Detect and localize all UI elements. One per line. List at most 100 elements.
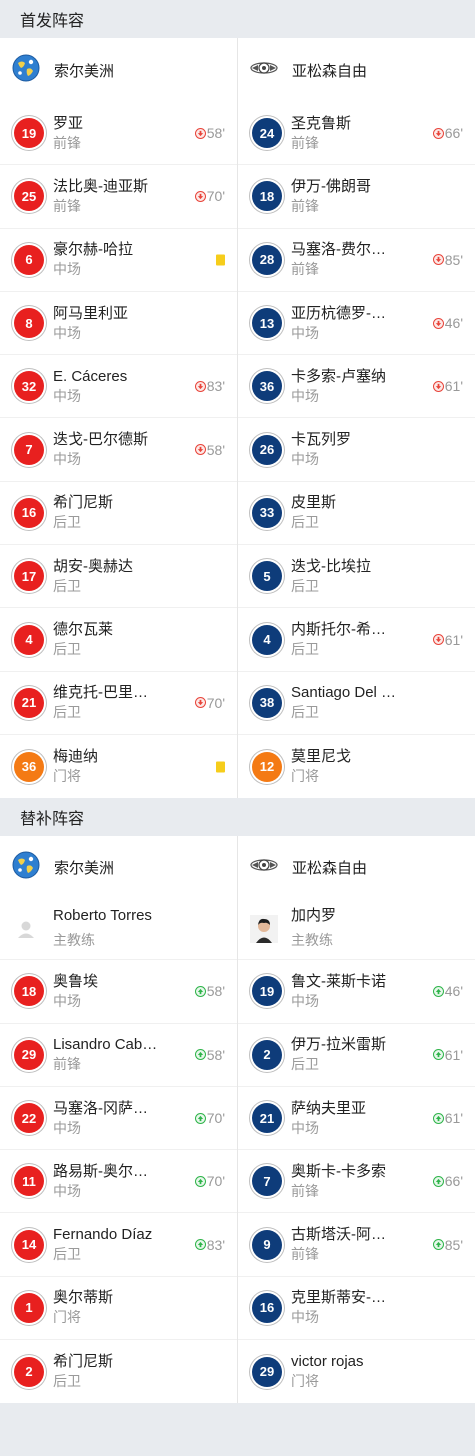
player-event: 70' xyxy=(194,1173,225,1189)
subs-home-team[interactable]: 索尔美洲 xyxy=(0,836,237,898)
jersey-number-badge: 29 xyxy=(252,1356,282,1387)
player-position: 中场 xyxy=(53,387,81,404)
substitution-in-icon xyxy=(432,1239,444,1251)
player-position: 后卫 xyxy=(291,704,319,721)
substitution-out-icon xyxy=(194,380,206,392)
player-info: 马塞洛-费尔… 前锋 xyxy=(291,240,411,279)
sol-de-america-logo-icon xyxy=(12,54,40,86)
player-row[interactable]: 14 Fernando Díaz 后卫 83' xyxy=(0,1213,237,1277)
player-row[interactable]: 5 迭戈-比埃拉 后卫 xyxy=(238,545,475,609)
player-name: 亚历杭德罗-… xyxy=(291,304,386,322)
player-info: 奥鲁埃 中场 xyxy=(53,972,173,1011)
player-row[interactable]: 16 希门尼斯 后卫 xyxy=(0,482,237,546)
jersey-number-badge: 21 xyxy=(252,1103,282,1133)
player-row[interactable]: 21 维克托-巴里… 后卫 70' xyxy=(0,672,237,735)
player-name: 莫里尼戈 xyxy=(291,748,352,766)
player-row[interactable]: 8 阿马里利亚 中场 xyxy=(0,292,237,356)
player-row[interactable]: 16 克里斯蒂安-… 中场 xyxy=(238,1277,475,1341)
player-row[interactable]: 4 德尔瓦莱 后卫 xyxy=(0,608,237,672)
substitution-in-icon xyxy=(194,1175,206,1187)
event-minute: 85' xyxy=(444,1236,463,1253)
player-name: 皮里斯 xyxy=(291,494,337,512)
player-row[interactable]: 29 Lisandro Cab… 前锋 58' xyxy=(0,1024,237,1087)
event-minute: 61' xyxy=(444,378,463,395)
player-row[interactable]: 33 皮里斯 后卫 xyxy=(238,482,475,546)
player-row[interactable]: 21 萨纳夫里亚 中场 61' xyxy=(238,1087,475,1151)
player-position: 中场 xyxy=(53,261,81,278)
player-row[interactable]: 36 梅迪纳 门将 xyxy=(0,735,237,798)
player-info: 圣克鲁斯 前锋 xyxy=(291,114,411,153)
yellow-card-icon xyxy=(216,761,225,773)
home-coach-info: Roberto Torres 主教练 xyxy=(53,905,173,953)
player-row[interactable]: 2 希门尼斯 后卫 xyxy=(0,1340,237,1403)
player-row[interactable]: 7 奥斯卡-卡多索 前锋 66' xyxy=(238,1150,475,1214)
player-row[interactable]: 9 古斯塔沃-阿… 前锋 85' xyxy=(238,1213,475,1277)
player-name: 马塞洛-冈萨… xyxy=(53,1099,148,1117)
subs-away-team[interactable]: 亚松森自由 xyxy=(238,836,475,898)
jersey-number-badge: 7 xyxy=(14,434,44,465)
player-row[interactable]: 28 马塞洛-费尔… 前锋 85' xyxy=(238,229,475,292)
jersey-number-badge: 29 xyxy=(14,1039,44,1070)
player-position: 后卫 xyxy=(53,1246,81,1263)
home-coach-row[interactable]: Roberto Torres 主教练 xyxy=(0,898,237,961)
player-position: 中场 xyxy=(291,387,319,404)
player-position: 前锋 xyxy=(291,134,319,151)
player-row[interactable]: 32 E. Cáceres 中场 83' xyxy=(0,355,237,419)
libertad-logo-icon xyxy=(250,851,278,883)
player-row[interactable]: 6 豪尔赫-哈拉 中场 xyxy=(0,229,237,292)
substitution-out-icon xyxy=(432,127,444,139)
player-row[interactable]: 38 Santiago Del … 后卫 xyxy=(238,672,475,735)
player-row[interactable]: 29 victor rojas 门将 xyxy=(238,1340,475,1403)
player-name: 德尔瓦莱 xyxy=(53,621,114,639)
player-row[interactable]: 36 卡多索-卢塞纳 中场 61' xyxy=(238,355,475,419)
jersey-number-badge: 17 xyxy=(14,561,44,592)
starters-home-team[interactable]: 索尔美洲 xyxy=(0,38,237,102)
player-event: 70' xyxy=(194,695,225,711)
player-position: 中场 xyxy=(53,324,81,341)
player-row[interactable]: 12 莫里尼戈 门将 xyxy=(238,735,475,798)
player-row[interactable]: 18 奥鲁埃 中场 58' xyxy=(0,960,237,1024)
player-event: 66' xyxy=(432,125,463,142)
player-name: 迭戈-巴尔德斯 xyxy=(53,431,148,449)
player-event: 58' xyxy=(194,1047,225,1063)
player-row[interactable]: 24 圣克鲁斯 前锋 66' xyxy=(238,102,475,166)
jersey-number-badge: 1 xyxy=(14,1292,44,1323)
player-row[interactable]: 4 内斯托尔-希… 后卫 61' xyxy=(238,608,475,672)
player-name: 维克托-巴里… xyxy=(53,684,148,702)
player-row[interactable]: 1 奥尔蒂斯 门将 xyxy=(0,1277,237,1341)
player-row[interactable]: 26 卡瓦列罗 中场 xyxy=(238,418,475,482)
player-info: 路易斯-奥尔… 中场 xyxy=(53,1162,173,1201)
player-row[interactable]: 17 胡安-奥赫达 后卫 xyxy=(0,545,237,609)
away-coach-row[interactable]: 加内罗 主教练 xyxy=(238,898,475,961)
player-row[interactable]: 19 鲁文-莱斯卡诺 中场 46' xyxy=(238,960,475,1024)
starters-away-column: 亚松森自由 24 圣克鲁斯 前锋 66' 18 伊万-佛朗哥 前锋 28 马塞洛-费尔… 前锋 85… xyxy=(237,38,475,799)
player-position: 前锋 xyxy=(291,1182,319,1199)
home-team-name: 索尔美洲 xyxy=(54,62,115,80)
player-info: E. Cáceres 中场 xyxy=(53,367,173,406)
player-row[interactable]: 25 法比奥-迪亚斯 前锋 70' xyxy=(0,165,237,229)
substitution-out-icon xyxy=(432,254,444,266)
player-name: 法比奥-迪亚斯 xyxy=(53,177,148,195)
jersey-number-badge: 21 xyxy=(14,687,44,718)
player-row[interactable]: 13 亚历杭德罗-… 中场 46' xyxy=(238,292,475,356)
player-position: 门将 xyxy=(53,768,81,785)
coach-placeholder-avatar-icon xyxy=(12,915,40,943)
player-event: 61' xyxy=(432,1110,463,1126)
player-row[interactable]: 2 伊万-拉米雷斯 后卫 61' xyxy=(238,1024,475,1087)
player-row[interactable]: 19 罗亚 前锋 58' xyxy=(0,102,237,166)
player-name: 奥尔蒂斯 xyxy=(53,1289,114,1307)
player-info: 梅迪纳 门将 xyxy=(53,747,173,786)
starters-away-team[interactable]: 亚松森自由 xyxy=(238,38,475,102)
player-info: 伊万-佛朗哥 前锋 xyxy=(291,177,411,216)
player-row[interactable]: 22 马塞洛-冈萨… 中场 70' xyxy=(0,1087,237,1151)
player-row[interactable]: 18 伊万-佛朗哥 前锋 xyxy=(238,165,475,229)
event-minute: 66' xyxy=(444,125,463,142)
starters-home-list: 19 罗亚 前锋 58' 25 法比奥-迪亚斯 前锋 70' 6 豪尔赫-哈拉 中场 8 阿马里利亚 中场… xyxy=(0,102,237,798)
player-event: 83' xyxy=(194,378,225,394)
player-row[interactable]: 7 迭戈-巴尔德斯 中场 58' xyxy=(0,418,237,482)
player-position: 中场 xyxy=(53,451,81,468)
player-row[interactable]: 11 路易斯-奥尔… 中场 70' xyxy=(0,1150,237,1214)
player-position: 中场 xyxy=(291,1309,319,1326)
event-minute: 58' xyxy=(206,983,225,1000)
substitution-out-icon xyxy=(194,190,206,202)
